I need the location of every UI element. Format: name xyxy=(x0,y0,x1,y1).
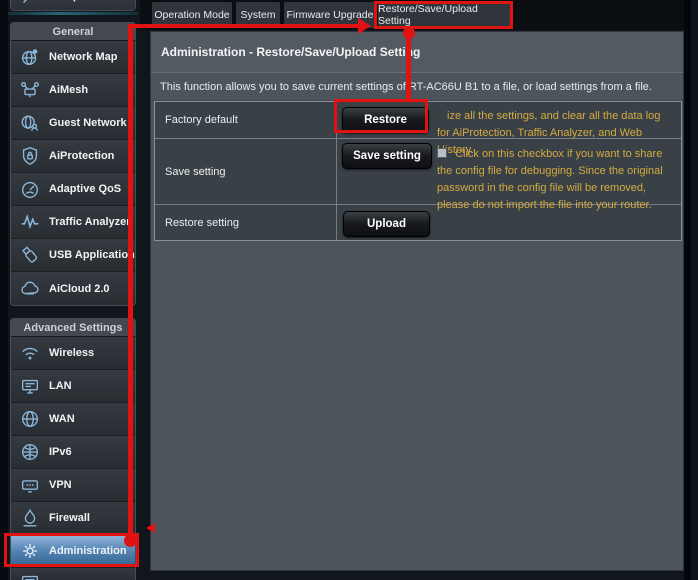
sidebar-item-network-map[interactable]: Network Map xyxy=(11,41,135,74)
pulse-icon xyxy=(19,211,41,233)
sidebar-item-label: Network Map xyxy=(49,51,118,63)
row-control: Restore xyxy=(337,102,437,138)
sidebar-item-label: USB Application xyxy=(49,249,135,261)
sidebar-item-label: IPv6 xyxy=(49,446,72,458)
tab-system[interactable]: System xyxy=(236,2,280,28)
sidebar-item-label: VPN xyxy=(49,479,72,491)
left-edge-strip xyxy=(0,0,8,580)
sidebar-item-label: Firewall xyxy=(49,512,90,524)
sidebar-group-title: General xyxy=(11,23,135,41)
flame-icon xyxy=(19,507,41,529)
sidebar-item-label: Wireless xyxy=(49,347,95,359)
aiprotection-shield-icon xyxy=(19,145,41,167)
globe-grid-icon xyxy=(19,441,41,463)
sidebar-item-label: Adaptive QoS xyxy=(49,183,122,195)
main-content-panel: Administration - Restore/Save/Upload Set… xyxy=(150,31,684,571)
sidebar-item-wireless[interactable]: Wireless xyxy=(11,337,135,370)
right-edge xyxy=(691,0,698,580)
sidebar-item-label: WAN xyxy=(49,413,75,425)
router-admin-screen: Setup General Network Map AiMesh Guest N… xyxy=(0,0,698,580)
sidebar-item-label: Administration xyxy=(49,545,127,557)
sidebar-item-setup[interactable]: Setup xyxy=(10,0,136,11)
save-setting-button[interactable]: Save setting xyxy=(342,143,432,169)
tab-firmware-upgrade[interactable]: Firmware Upgrade xyxy=(284,2,376,28)
sidebar-item-vpn[interactable]: VPN xyxy=(11,469,135,502)
tab-operation-mode[interactable]: Operation Mode xyxy=(152,2,232,28)
cloud-icon xyxy=(19,278,41,300)
sidebar-item-lan[interactable]: LAN xyxy=(11,370,135,403)
sidebar-item-wan[interactable]: WAN xyxy=(11,403,135,436)
row-control: Save setting xyxy=(337,139,437,204)
sidebar-group-general: General Network Map AiMesh Guest Network… xyxy=(10,22,136,306)
right-edge-strip xyxy=(684,0,691,580)
usb-icon xyxy=(19,244,41,266)
sidebar-item-aicloud[interactable]: AiCloud 2.0 xyxy=(11,272,135,305)
row-label: Save setting xyxy=(155,139,337,204)
sidebar-item-ipv6[interactable]: IPv6 xyxy=(11,436,135,469)
row-label: Factory default xyxy=(155,102,337,138)
sidebar-item-aiprotection[interactable]: AiProtection xyxy=(11,140,135,173)
sidebar-item-adaptive-qos[interactable]: Adaptive QoS xyxy=(11,173,135,206)
page-description: This function allows you to save current… xyxy=(151,73,683,101)
sidebar-item-next-partial[interactable] xyxy=(11,568,135,580)
row-note: ize all the settings, and clear all the … xyxy=(437,110,661,156)
upload-button[interactable]: Upload xyxy=(343,211,430,237)
list-icon xyxy=(19,571,41,580)
row-note: Click on this checkbox if you want to sh… xyxy=(437,139,681,211)
sidebar-item-usb-application[interactable]: USB Application xyxy=(11,239,135,272)
sidebar-group-advanced-settings: Advanced Settings Wireless LAN WAN IPv6 … xyxy=(10,318,136,580)
row-label: Restore setting xyxy=(155,205,337,240)
checkbox-note-text: Click on this checkbox if you want to sh… xyxy=(437,148,663,211)
sidebar-item-label: Guest Network xyxy=(49,117,127,129)
sidebar-glow-divider xyxy=(8,12,138,15)
table-row-save-setting: Save setting Save setting Click on this … xyxy=(155,139,681,211)
table-row-restore-setting: Restore setting Upload xyxy=(155,205,681,240)
page-title: Administration - Restore/Save/Upload Set… xyxy=(151,32,683,73)
aimesh-icon xyxy=(19,79,41,101)
sidebar-item-label: LAN xyxy=(49,380,72,392)
guest-network-icon xyxy=(19,112,41,134)
network-map-icon xyxy=(19,46,41,68)
table-row-factory-default: Factory default Restore ize all the sett… xyxy=(155,102,681,156)
sidebar-item-label: Traffic Analyzer xyxy=(49,216,131,228)
sidebar-item-label: AiProtection xyxy=(49,150,115,162)
sidebar-item-guest-network[interactable]: Guest Network xyxy=(11,107,135,140)
setup-icon xyxy=(19,0,41,7)
sidebar-item-label: Setup xyxy=(49,0,80,2)
row-control: Upload xyxy=(337,205,437,240)
restore-button[interactable]: Restore xyxy=(342,107,429,133)
globe-icon xyxy=(19,408,41,430)
sidebar-item-aimesh[interactable]: AiMesh xyxy=(11,74,135,107)
top-tab-bar: Operation Mode System Firmware Upgrade R… xyxy=(140,0,698,30)
sidebar-item-traffic-analyzer[interactable]: Traffic Analyzer xyxy=(11,206,135,239)
share-config-checkbox[interactable] xyxy=(437,148,447,158)
sidebar-item-administration[interactable]: Administration xyxy=(11,535,135,568)
tab-restore-save-upload-setting[interactable]: Restore/Save/Upload Setting xyxy=(378,2,512,28)
sidebar-item-label: AiCloud 2.0 xyxy=(49,282,110,295)
wifi-icon xyxy=(19,342,41,364)
monitor-icon xyxy=(19,375,41,397)
gauge-icon xyxy=(19,178,41,200)
gear-icon xyxy=(19,540,41,562)
sidebar-item-label: AiMesh xyxy=(49,84,89,96)
sidebar: Setup General Network Map AiMesh Guest N… xyxy=(8,0,138,580)
row-note xyxy=(437,205,681,240)
sidebar-group-title: Advanced Settings xyxy=(11,319,135,337)
settings-table: Factory default Restore ize all the sett… xyxy=(154,101,682,241)
sidebar-item-firewall[interactable]: Firewall xyxy=(11,502,135,535)
vpn-monitor-icon xyxy=(19,474,41,496)
